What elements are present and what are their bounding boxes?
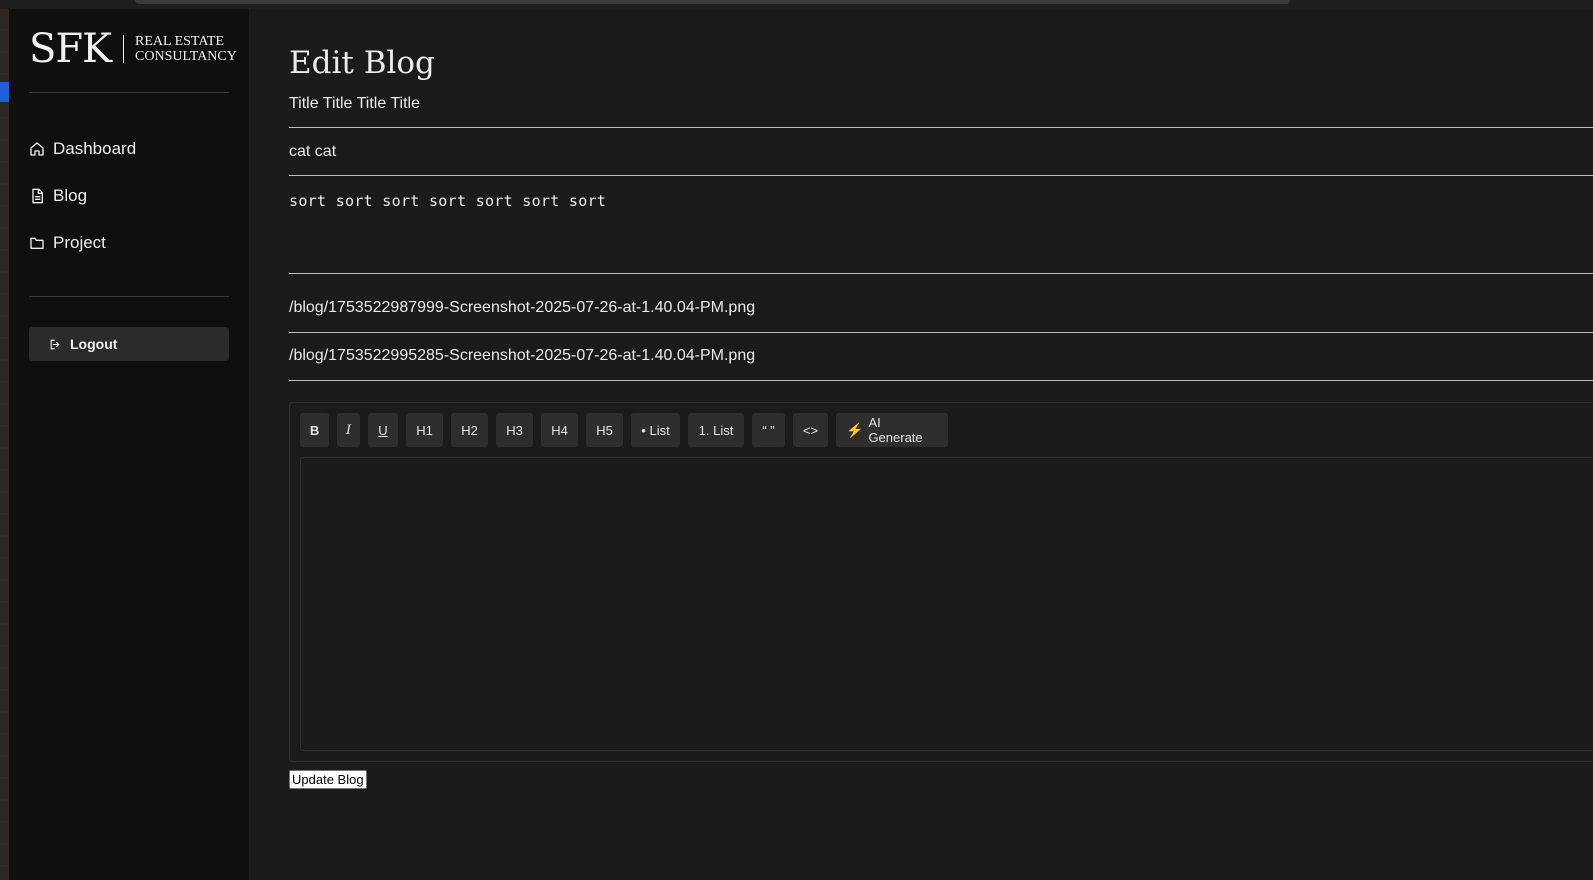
numbered-list-button[interactable]: 1. List	[688, 413, 744, 447]
logo-line-1: REAL ESTATE	[135, 34, 225, 49]
browser-address-strip	[135, 0, 1290, 4]
logo-text: REAL ESTATE CONSULTANCY	[135, 34, 237, 64]
lightning-icon: ⚡	[846, 421, 864, 438]
sidebar-item-blog[interactable]: Blog	[29, 184, 229, 208]
bullet-list-button[interactable]: • List	[631, 413, 680, 447]
heading-1-button[interactable]: H1	[406, 413, 443, 447]
image-path-value-1: /blog/1753522987999-Screenshot-2025-07-2…	[289, 299, 756, 316]
logo-mark: SFK	[29, 26, 112, 72]
quote-button[interactable]: “ ”	[752, 413, 785, 447]
folder-icon	[30, 237, 44, 249]
document-icon	[32, 188, 43, 204]
main-content: Edit Blog Title Title Title Title cat ca…	[249, 9, 1593, 880]
home-icon	[30, 142, 44, 156]
sidebar: SFK REAL ESTATE CONSULTANCY Dashboard Bl…	[9, 9, 249, 880]
ai-generate-label: AI Generate	[868, 415, 923, 445]
code-button[interactable]: <>	[793, 413, 828, 447]
image-path-value-2: /blog/1753522995285-Screenshot-2025-07-2…	[289, 347, 756, 364]
short-description-field[interactable]: sort sort sort sort sort sort sort	[289, 192, 1593, 274]
title-field-value: Title Title Title Title	[289, 95, 420, 112]
page-title: Edit Blog	[289, 45, 435, 81]
sidebar-nav: Dashboard Blog Project	[29, 137, 229, 278]
short-description-value: sort sort sort sort sort sort sort	[289, 192, 607, 210]
update-blog-button[interactable]: Update Blog	[289, 770, 367, 789]
background-highlight	[0, 82, 9, 102]
logo-line-2: CONSULTANCY	[135, 49, 237, 64]
italic-button[interactable]: I	[337, 413, 360, 447]
heading-5-button[interactable]: H5	[586, 413, 623, 447]
heading-4-button[interactable]: H4	[541, 413, 578, 447]
logout-button[interactable]: Logout	[29, 327, 229, 361]
heading-2-button[interactable]: H2	[451, 413, 488, 447]
sidebar-divider-top	[29, 92, 229, 93]
image-path-field-2[interactable]: /blog/1753522995285-Screenshot-2025-07-2…	[289, 347, 1593, 381]
image-path-field-1[interactable]: /blog/1753522987999-Screenshot-2025-07-2…	[289, 299, 1593, 333]
sidebar-item-label: Project	[53, 233, 106, 252]
title-field[interactable]: Title Title Title Title	[289, 95, 1593, 128]
logout-icon	[50, 339, 60, 349]
logo-divider	[123, 35, 125, 63]
sidebar-item-dashboard[interactable]: Dashboard	[29, 137, 229, 161]
editor-toolbar: B I U H1 H2 H3 H4 H5 • List 1. List “ ” …	[300, 413, 956, 447]
browser-top-bar	[0, 0, 1593, 9]
heading-3-button[interactable]: H3	[496, 413, 533, 447]
rich-text-editor: B I U H1 H2 H3 H4 H5 • List 1. List “ ” …	[289, 402, 1593, 762]
ai-generate-button[interactable]: ⚡ AI Generate	[836, 413, 948, 447]
bold-button[interactable]: B	[300, 413, 329, 447]
brand-logo[interactable]: SFK REAL ESTATE CONSULTANCY	[29, 27, 237, 71]
sidebar-item-label: Blog	[53, 186, 88, 205]
sidebar-item-label: Dashboard	[53, 139, 137, 158]
category-field[interactable]: cat cat	[289, 143, 1593, 176]
sidebar-divider-bottom	[29, 296, 229, 297]
sidebar-item-project[interactable]: Project	[29, 231, 229, 255]
background-window-strip	[0, 9, 9, 880]
editor-content-area[interactable]	[300, 457, 1593, 751]
category-field-value: cat cat	[289, 143, 337, 160]
logout-label: Logout	[70, 336, 118, 352]
underline-button[interactable]: U	[368, 413, 398, 447]
